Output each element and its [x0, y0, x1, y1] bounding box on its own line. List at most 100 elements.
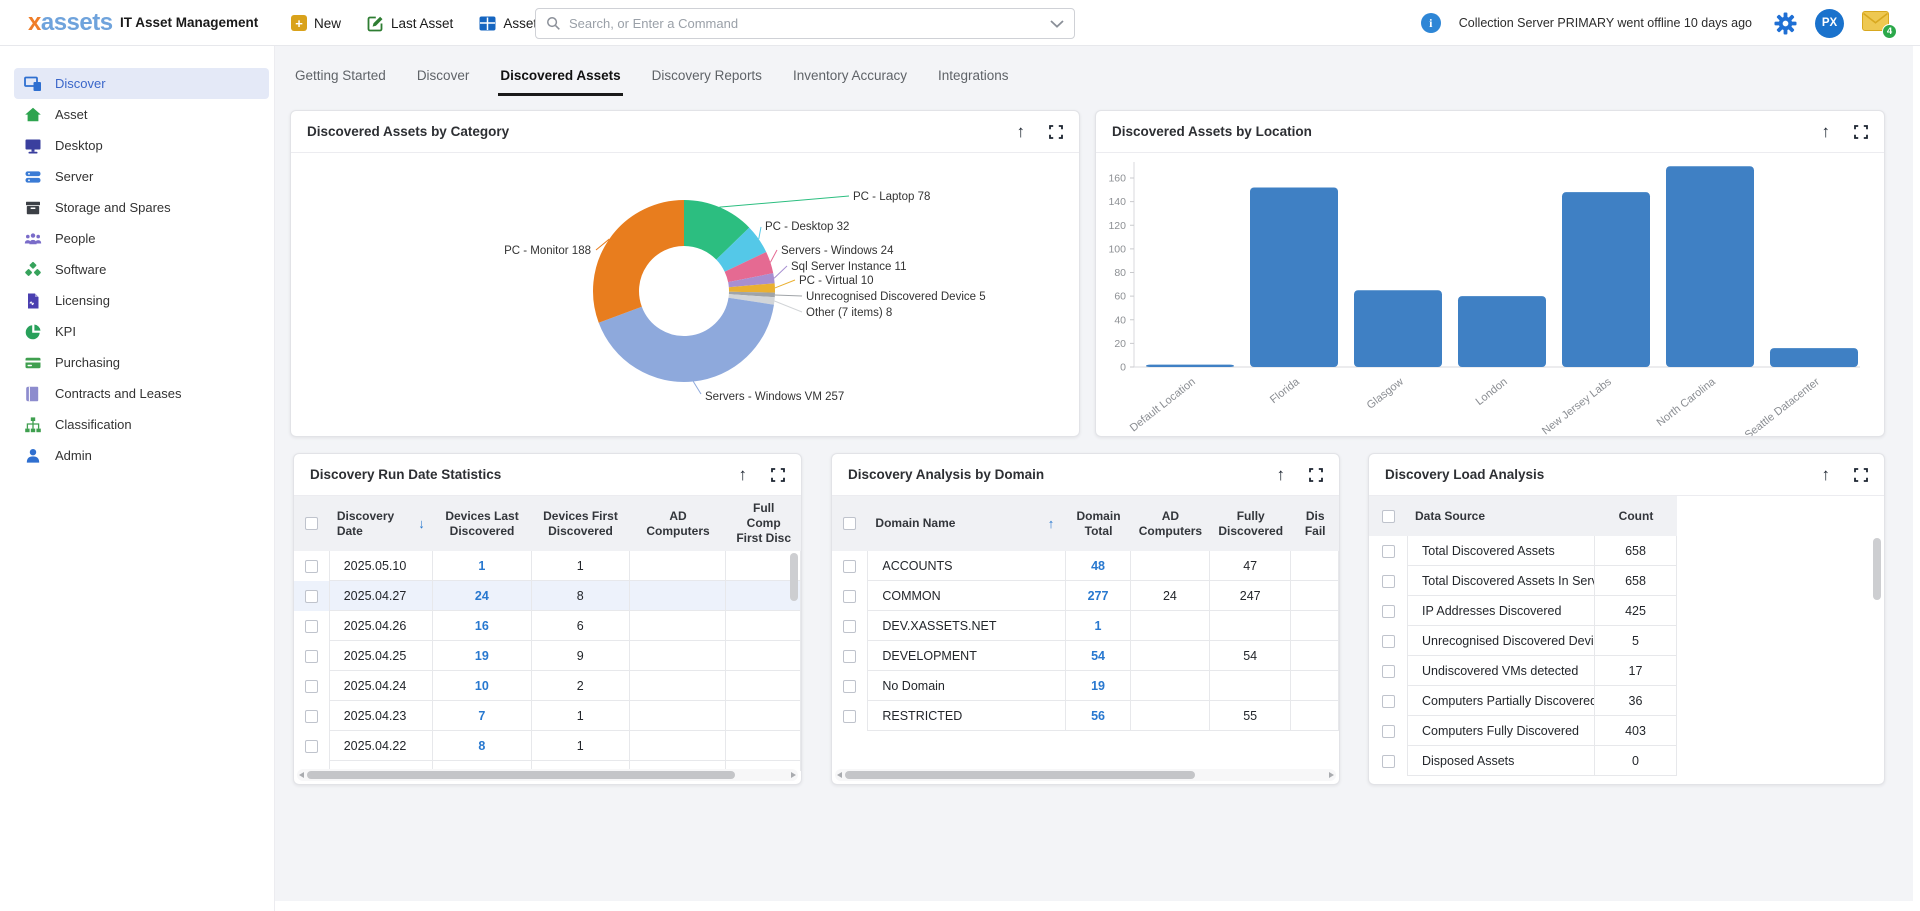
- bar-default-location[interactable]: [1146, 365, 1234, 367]
- sidebar-item-storage-and-spares[interactable]: Storage and Spares: [0, 192, 269, 223]
- column-header[interactable]: Data Source: [1407, 496, 1595, 536]
- vertical-scrollbar[interactable]: [1872, 538, 1882, 780]
- bar-glasgow[interactable]: [1354, 290, 1442, 367]
- horizontal-scrollbar[interactable]: [835, 769, 1336, 781]
- bar-north-carolina[interactable]: [1666, 166, 1754, 367]
- tab-getting-started[interactable]: Getting Started: [293, 58, 388, 96]
- link-cell[interactable]: 277: [1066, 581, 1130, 611]
- row-checkbox[interactable]: [843, 620, 856, 633]
- export-arrow-icon[interactable]: ↑: [1822, 466, 1831, 483]
- table-row[interactable]: No Domain19: [832, 671, 1339, 701]
- row-checkbox[interactable]: [1382, 665, 1395, 678]
- table-row[interactable]: 2025.05.1011: [294, 551, 801, 581]
- donut-slice[interactable]: [684, 223, 733, 244]
- table-row[interactable]: Total Discovered Assets In Service658: [1369, 566, 1884, 596]
- column-header[interactable]: AD Computers: [630, 496, 727, 551]
- sidebar-item-licensing[interactable]: Licensing: [0, 285, 269, 316]
- row-checkbox[interactable]: [305, 680, 318, 693]
- location-bar-chart[interactable]: 020406080100120140160Default LocationFlo…: [1096, 154, 1884, 436]
- mail-button[interactable]: 4: [1862, 11, 1892, 35]
- table-row[interactable]: 2025.04.2371: [294, 701, 801, 731]
- donut-slice[interactable]: [620, 301, 751, 359]
- gear-icon[interactable]: [1774, 12, 1797, 35]
- table-row[interactable]: Disposed Assets0: [1369, 746, 1884, 776]
- column-header[interactable]: Full Comp First Disc: [726, 496, 801, 551]
- column-header[interactable]: Devices Last Discovered: [433, 496, 531, 551]
- scroll-right-arrow[interactable]: [1329, 772, 1334, 778]
- scroll-left-arrow[interactable]: [837, 772, 842, 778]
- select-all-checkbox[interactable]: [305, 517, 318, 530]
- link-cell[interactable]: 16: [433, 611, 531, 641]
- fullscreen-icon[interactable]: [1309, 468, 1323, 482]
- column-header[interactable]: Domain Total: [1066, 496, 1130, 551]
- table-row[interactable]: DEVELOPMENT5454: [832, 641, 1339, 671]
- new-button[interactable]: + New: [291, 15, 341, 31]
- export-arrow-icon[interactable]: ↑: [1017, 123, 1026, 140]
- donut-slice[interactable]: [733, 244, 746, 262]
- sidebar-item-classification[interactable]: Classification: [0, 409, 269, 440]
- column-header[interactable]: Discovery Date↓: [329, 496, 433, 551]
- table-row[interactable]: 2025.04.2281: [294, 731, 801, 761]
- row-checkbox[interactable]: [843, 650, 856, 663]
- row-checkbox[interactable]: [843, 560, 856, 573]
- row-checkbox[interactable]: [1382, 755, 1395, 768]
- row-checkbox[interactable]: [305, 560, 318, 573]
- link-cell[interactable]: 19: [1066, 671, 1130, 701]
- bar-florida[interactable]: [1250, 187, 1338, 367]
- user-avatar[interactable]: PX: [1815, 9, 1844, 38]
- table-row[interactable]: 2025.04.25199: [294, 641, 801, 671]
- tab-discovery-reports[interactable]: Discovery Reports: [650, 58, 764, 96]
- donut-slice[interactable]: [745, 262, 750, 278]
- row-checkbox[interactable]: [1382, 635, 1395, 648]
- category-donut-chart[interactable]: PC - Laptop 78PC - Desktop 32Servers - W…: [291, 154, 1079, 436]
- link-cell[interactable]: 10: [433, 671, 531, 701]
- last-asset-button[interactable]: Last Asset: [367, 15, 453, 32]
- column-header[interactable]: Count: [1595, 496, 1677, 536]
- table-row[interactable]: Unrecognised Discovered Devices5: [1369, 626, 1884, 656]
- column-header[interactable]: Domain Name↑: [867, 496, 1066, 551]
- search-box[interactable]: [535, 8, 1075, 39]
- export-arrow-icon[interactable]: ↑: [739, 466, 748, 483]
- bar-london[interactable]: [1458, 296, 1546, 367]
- column-header[interactable]: AD Computers: [1131, 496, 1210, 551]
- table-row[interactable]: Computers Fully Discovered403: [1369, 716, 1884, 746]
- link-cell[interactable]: 48: [1066, 551, 1130, 581]
- row-checkbox[interactable]: [1382, 575, 1395, 588]
- donut-slice[interactable]: [616, 223, 684, 315]
- table-row[interactable]: IP Addresses Discovered425: [1369, 596, 1884, 626]
- sidebar-item-admin[interactable]: Admin: [0, 440, 269, 471]
- tab-discover[interactable]: Discover: [415, 58, 472, 96]
- tab-inventory-accuracy[interactable]: Inventory Accuracy: [791, 58, 909, 96]
- link-cell[interactable]: 24: [433, 581, 531, 611]
- fullscreen-icon[interactable]: [1854, 125, 1868, 139]
- row-checkbox[interactable]: [843, 590, 856, 603]
- row-checkbox[interactable]: [305, 710, 318, 723]
- table-row[interactable]: RESTRICTED5655: [832, 701, 1339, 731]
- table-row[interactable]: 2025.04.27248: [294, 581, 801, 611]
- row-checkbox[interactable]: [305, 590, 318, 603]
- column-header[interactable]: Dis Fail: [1291, 496, 1339, 551]
- sidebar-item-discover[interactable]: Discover: [14, 68, 269, 99]
- export-arrow-icon[interactable]: ↑: [1277, 466, 1286, 483]
- scroll-left-arrow[interactable]: [299, 772, 304, 778]
- row-checkbox[interactable]: [1382, 725, 1395, 738]
- sidebar-item-asset[interactable]: Asset: [0, 99, 269, 130]
- sidebar-item-contracts-and-leases[interactable]: Contracts and Leases: [0, 378, 269, 409]
- table-row[interactable]: Undiscovered VMs detected17: [1369, 656, 1884, 686]
- table-row[interactable]: 2025.04.24102: [294, 671, 801, 701]
- horizontal-scrollbar[interactable]: [297, 769, 798, 781]
- row-checkbox[interactable]: [305, 740, 318, 753]
- info-icon[interactable]: i: [1421, 13, 1441, 33]
- bar-new-jersey-labs[interactable]: [1562, 192, 1650, 367]
- row-checkbox[interactable]: [1382, 605, 1395, 618]
- table-row[interactable]: Computers Partially Discovered36: [1369, 686, 1884, 716]
- app-logo[interactable]: xassets: [28, 9, 113, 37]
- sidebar-item-server[interactable]: Server: [0, 161, 269, 192]
- table-row[interactable]: COMMON27724247: [832, 581, 1339, 611]
- link-cell[interactable]: 7: [433, 701, 531, 731]
- link-cell[interactable]: 56: [1066, 701, 1130, 731]
- row-checkbox[interactable]: [1382, 545, 1395, 558]
- bar-seattle-datacenter[interactable]: [1770, 348, 1858, 367]
- fullscreen-icon[interactable]: [771, 468, 785, 482]
- select-all-checkbox[interactable]: [843, 517, 856, 530]
